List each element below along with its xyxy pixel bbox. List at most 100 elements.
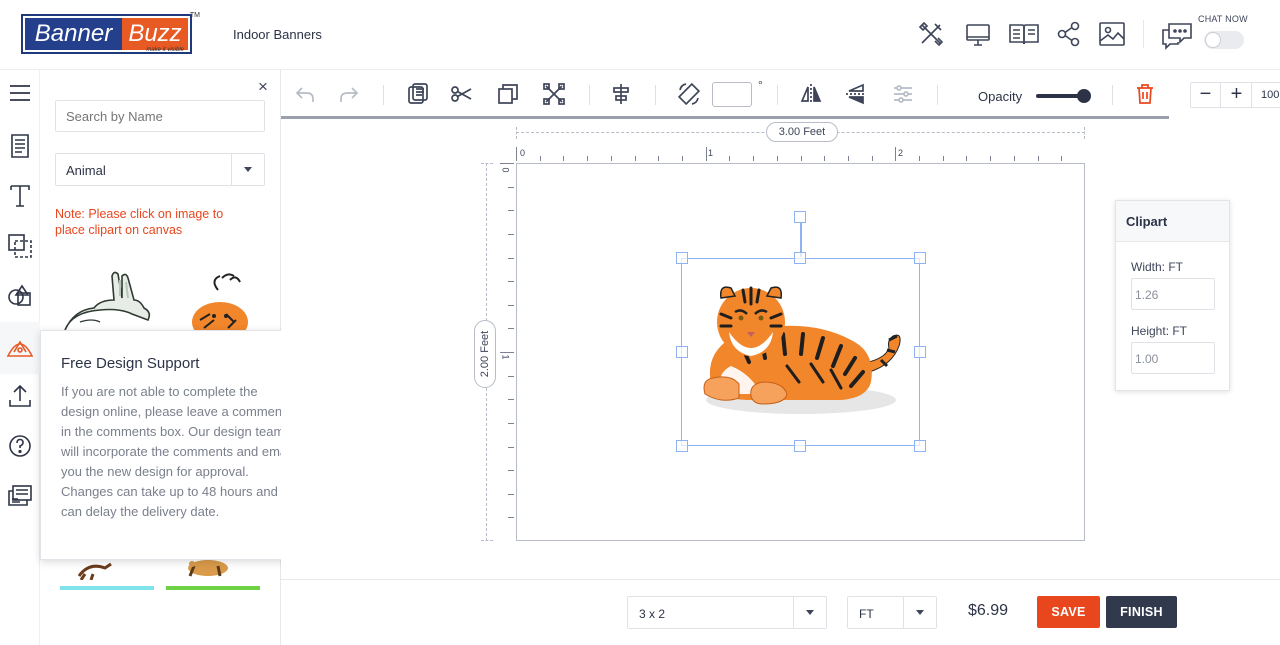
category-value: Animal [66, 163, 106, 178]
clipart-icon[interactable] [0, 322, 40, 374]
height-field[interactable]: 1.00 [1131, 342, 1215, 374]
toggle-knob [1205, 32, 1221, 48]
size-select[interactable]: 3 x 2 [627, 596, 827, 629]
ruler-label-1: 1 [708, 148, 714, 158]
dimension-cap [481, 163, 493, 164]
book-icon[interactable] [1008, 20, 1040, 48]
zoom-in-button[interactable]: + [1222, 83, 1252, 107]
rotation-angle-input[interactable] [712, 82, 752, 107]
panel-close-button[interactable]: × [258, 78, 268, 95]
upload-icon[interactable] [6, 382, 34, 410]
ruler-left-label-1: 1 [500, 354, 511, 360]
unit-select[interactable]: FT [847, 596, 937, 629]
popup-body: If you are not able to complete the desi… [61, 384, 293, 519]
flip-horizontal-icon[interactable] [799, 82, 823, 106]
shapes-icon[interactable] [6, 282, 34, 310]
resize-handle-e[interactable] [914, 346, 926, 358]
flip-vertical-icon[interactable] [844, 82, 868, 106]
dimension-cap [1084, 127, 1085, 139]
cut-icon[interactable] [450, 82, 474, 106]
footer-bar: 3 x 2 FT $6.99 SAVE FINISH [281, 579, 1280, 645]
chat-icon[interactable] [1160, 20, 1194, 50]
toolbar-separator [1112, 85, 1113, 105]
undo-icon[interactable] [293, 82, 317, 106]
rotate-icon[interactable] [677, 82, 701, 106]
paste-icon[interactable] [405, 82, 429, 106]
duplicate-icon[interactable] [496, 82, 520, 106]
dimension-cap [516, 127, 517, 139]
thumb-row-bottom [60, 586, 262, 590]
zoom-out-button[interactable]: − [1191, 83, 1221, 107]
resize-handle-se[interactable] [914, 440, 926, 452]
chevron-down-icon[interactable] [793, 597, 826, 628]
comments-icon[interactable] [6, 482, 34, 510]
chat-now-toggle[interactable] [1204, 31, 1244, 49]
width-field-label: Width: FT [1131, 260, 1184, 274]
chevron-down-icon[interactable] [903, 597, 936, 628]
unit-value: FT [859, 607, 874, 621]
chevron-down-icon[interactable] [231, 154, 264, 185]
resize-handle-ne[interactable] [914, 252, 926, 264]
logo-banner: Banner [25, 18, 122, 50]
clipart-note: Note: Please click on image to place cli… [55, 207, 224, 237]
zoom-control: − + 100 [1190, 82, 1280, 108]
popup-title: Free Design Support [61, 355, 200, 372]
free-design-support-popup: Free Design Support × If you are not abl… [40, 330, 310, 560]
top-ruler [516, 147, 1062, 161]
price: $6.99 [968, 602, 1009, 619]
resize-handle-s[interactable] [794, 440, 806, 452]
left-nav [0, 70, 40, 645]
logo-tm: TM [189, 12, 200, 19]
clipart-properties-title: Clipart [1126, 214, 1168, 229]
product-title: Indoor Banners [233, 27, 322, 42]
help-icon[interactable] [6, 432, 34, 460]
toolbar-separator [777, 85, 778, 105]
toolbar-separator [383, 85, 384, 105]
degree-symbol: ° [758, 78, 763, 92]
adjust-icon[interactable] [891, 82, 915, 106]
redo-icon[interactable] [337, 82, 361, 106]
resize-handle-n[interactable] [794, 252, 806, 264]
zoom-value[interactable]: 100 [1261, 89, 1279, 101]
thumb-strip-1 [60, 586, 154, 590]
resize-handle-nw[interactable] [676, 252, 688, 264]
width-field[interactable]: 1.26 [1131, 278, 1215, 310]
trash-icon[interactable] [1133, 82, 1157, 106]
monitor-icon[interactable] [964, 20, 992, 48]
bannerbuzz-logo[interactable]: Banner Buzz make it visible TM [21, 12, 200, 54]
finish-button[interactable]: FINISH [1106, 596, 1177, 628]
chat-now-label: CHAT NOW [1198, 14, 1248, 24]
opacity-slider-handle[interactable] [1077, 89, 1091, 103]
menu-icon[interactable] [6, 79, 34, 107]
clipart-properties-panel: Clipart Width: FT 1.26 Height: FT 1.00 [1115, 200, 1230, 391]
delete-x-icon[interactable] [542, 82, 566, 106]
logo-tagline: make it visible [146, 47, 184, 53]
rotation-handle[interactable] [794, 211, 806, 223]
layers-icon[interactable] [6, 232, 34, 260]
template-icon[interactable] [6, 132, 34, 160]
tools-icon[interactable] [917, 20, 945, 48]
selection-box [681, 258, 920, 446]
toolbar-separator [655, 85, 656, 105]
clipart-search-input[interactable] [55, 100, 265, 132]
size-value: 3 x 2 [639, 607, 666, 621]
share-icon[interactable] [1055, 20, 1083, 48]
resize-handle-w[interactable] [676, 346, 688, 358]
text-icon[interactable] [6, 182, 34, 210]
save-button[interactable]: SAVE [1037, 596, 1100, 628]
clipart-thumb-rabbit[interactable] [60, 270, 154, 332]
clipart-thumb-bird[interactable] [75, 558, 115, 580]
align-center-icon[interactable] [609, 82, 633, 106]
category-select[interactable]: Animal [55, 153, 265, 186]
resize-handle-sw[interactable] [676, 440, 688, 452]
header: Banner Buzz make it visible TM Indoor Ba… [0, 0, 1280, 70]
image-icon[interactable] [1098, 20, 1126, 48]
clipart-thumb-tiger[interactable] [170, 270, 264, 332]
ruler-left-label-0: 0 [500, 167, 511, 173]
header-separator [1143, 20, 1144, 48]
opacity-slider[interactable] [1036, 89, 1091, 103]
opacity-label: Opacity [978, 89, 1023, 104]
dimension-cap [481, 540, 493, 541]
ruler-label-0: 0 [520, 148, 526, 158]
height-label-text: 2.00 Feet [479, 330, 491, 378]
